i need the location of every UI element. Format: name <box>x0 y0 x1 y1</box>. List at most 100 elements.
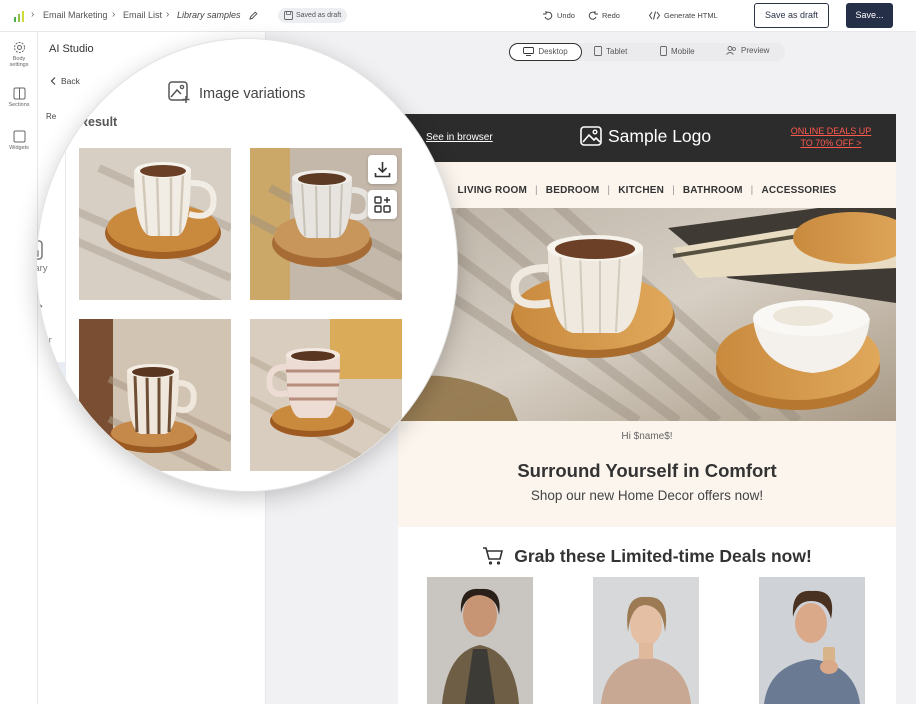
product-image[interactable] <box>593 577 699 704</box>
device-tablet-label: Tablet <box>606 47 628 56</box>
undo-button[interactable]: Undo <box>543 11 575 20</box>
image-add-icon <box>168 81 190 103</box>
rail-label: Widgets <box>9 145 29 151</box>
gear-icon <box>13 42 25 53</box>
email-nav-menu: LIVING ROOM | BEDROOM | KITCHEN | BATHROOM | ACC… <box>398 185 896 196</box>
saved-status-badge: Saved as draft <box>278 8 348 23</box>
pencil-icon[interactable] <box>249 11 258 20</box>
rail-item-widgets[interactable]: Widgets <box>37 142 66 176</box>
widgets-icon <box>37 142 43 162</box>
email-logo-text: Sample Logo <box>608 126 712 146</box>
rail-item-library[interactable]: Library <box>37 240 66 274</box>
left-rail: Body settings Sections Widgets <box>0 32 38 704</box>
email-nav-bathroom[interactable]: BATHROOM <box>683 185 743 196</box>
undo-icon <box>543 11 553 20</box>
tablet-icon <box>594 46 602 56</box>
save-as-draft-button[interactable]: Save as draft <box>754 3 829 28</box>
library-icon <box>37 240 43 260</box>
email-nav-accessories[interactable]: ACCESSORIES <box>761 185 836 196</box>
add-to-library-button[interactable] <box>368 190 397 219</box>
rail-label: manager <box>37 335 52 346</box>
device-mobile-label: Mobile <box>671 47 695 56</box>
download-button[interactable] <box>368 155 397 184</box>
undo-label: Undo <box>557 11 575 20</box>
variation-image-3[interactable] <box>79 319 231 471</box>
chevron-right-icon: › <box>31 9 35 20</box>
zoom-magnifier: Widgets Library Style manager Studio ck <box>37 39 457 491</box>
device-desktop-label: Desktop <box>538 47 568 56</box>
product-image[interactable] <box>759 577 865 704</box>
email-logo[interactable]: Sample Logo <box>580 126 711 147</box>
save-button[interactable]: Save... <box>846 3 893 28</box>
sections-icon <box>13 87 25 100</box>
preview-button[interactable]: Preview <box>726 46 769 55</box>
rail-label: Studio <box>37 397 47 408</box>
breadcrumb-library-samples: Library samples <box>177 10 241 20</box>
email-nav-bedroom[interactable]: BEDROOM <box>546 185 600 196</box>
image-variations-text: Image variations <box>199 86 306 102</box>
rail-item-widgets[interactable]: Widgets <box>0 130 38 151</box>
chevron-right-icon: › <box>166 9 170 20</box>
deals-heading-text: Grab these Limited-time Deals now! <box>514 546 812 566</box>
style-manager-icon <box>37 301 43 318</box>
breadcrumb-email-marketing[interactable]: Email Marketing <box>43 10 108 20</box>
redo-button[interactable]: Redo <box>588 11 620 20</box>
app-root: › Email Marketing › Email List › Library… <box>0 0 916 704</box>
online-deals-line: TO 70% OFF > <box>800 138 862 148</box>
top-toolbar: › Email Marketing › Email List › Library… <box>0 0 916 32</box>
online-deals-line: ONLINE DEALS UP <box>790 126 872 136</box>
email-nav-living-room[interactable]: LIVING ROOM <box>458 185 527 196</box>
code-icon <box>649 11 660 20</box>
rail-label: Widgets <box>37 165 51 176</box>
mobile-icon <box>660 46 667 56</box>
rail-label: Sections <box>8 102 30 108</box>
variation-image-4[interactable] <box>250 319 402 471</box>
breadcrumb-email-list[interactable]: Email List <box>123 10 162 20</box>
save-disk-icon <box>284 11 293 20</box>
image-variations-title: Image variations <box>167 80 305 104</box>
ai-studio-icon <box>37 375 43 391</box>
email-preview: See in browser Sample Logo ONLINE DEALS … <box>398 114 896 704</box>
nav-divider: | <box>672 185 675 196</box>
magnified-panel: Widgets Library Style manager Studio ck <box>37 39 457 491</box>
desktop-icon <box>523 47 535 56</box>
rail-label: Library <box>37 263 48 274</box>
users-icon <box>726 46 736 55</box>
email-greeting: Hi $name$! <box>621 431 673 442</box>
rail-item-style-manager[interactable]: Style manager <box>37 300 66 346</box>
online-deals-link[interactable]: ONLINE DEALS UP TO 70% OFF > <box>776 125 886 149</box>
shopping-cart-icon <box>483 547 504 565</box>
device-desktop-button[interactable]: Desktop <box>509 43 582 61</box>
nav-divider: | <box>607 185 611 196</box>
rail-item-ai-studio[interactable]: Studio <box>37 372 66 408</box>
device-mobile-button[interactable]: Mobile <box>660 46 695 56</box>
email-subheadline: Shop our new Home Decor offers now! <box>530 488 764 503</box>
email-headline: Surround Yourself in Comfort <box>517 460 777 481</box>
widgets-icon <box>13 130 25 143</box>
saved-status-text: Saved as draft <box>296 12 342 19</box>
preview-label: Preview <box>741 46 770 55</box>
generate-html-button[interactable]: Generate HTML <box>649 11 718 20</box>
rail-label: settings <box>9 62 29 68</box>
hero-image[interactable] <box>398 208 896 421</box>
device-tablet-button[interactable]: Tablet <box>594 46 627 56</box>
app-logo-icon <box>14 11 24 22</box>
back-button[interactable]: ck <box>91 58 103 72</box>
variation-image-1[interactable] <box>79 148 231 300</box>
widgets-add-icon <box>374 196 391 213</box>
magnified-rail: Widgets Library Style manager Studio <box>37 39 66 491</box>
email-nav-kitchen[interactable]: KITCHEN <box>618 185 664 196</box>
deals-heading: Grab these Limited-time Deals now! <box>398 546 896 567</box>
image-icon <box>580 126 602 146</box>
nav-divider: | <box>750 185 754 196</box>
rail-item-body-settings[interactable]: Body settings <box>0 41 38 68</box>
rail-item-sections[interactable]: Sections <box>0 87 38 108</box>
download-icon <box>374 162 391 178</box>
nav-divider: | <box>534 185 538 196</box>
product-image[interactable] <box>427 577 533 704</box>
redo-icon <box>588 11 598 20</box>
generate-html-label: Generate HTML <box>664 11 718 20</box>
chevron-right-icon: › <box>112 9 116 20</box>
redo-label: Redo <box>602 11 620 20</box>
result-heading: Result <box>79 115 118 129</box>
